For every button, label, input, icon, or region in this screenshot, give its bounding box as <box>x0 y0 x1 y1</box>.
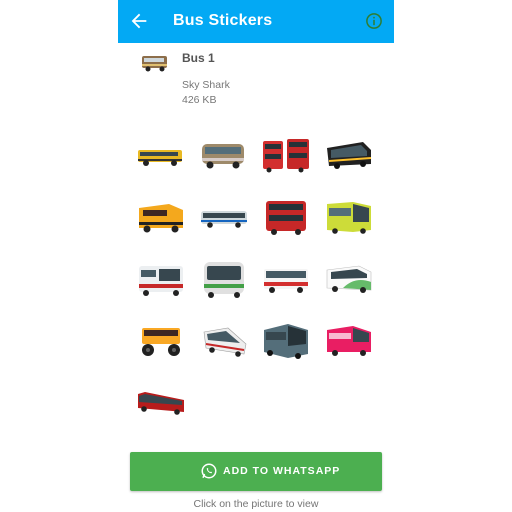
bus-icon <box>203 327 247 357</box>
bus-icon <box>327 326 371 356</box>
bus-icon <box>201 211 247 228</box>
bus-icon <box>264 269 308 293</box>
pack-name: Bus 1 <box>182 51 215 65</box>
info-button[interactable] <box>365 12 383 30</box>
sticker-white-green-bus-front[interactable] <box>198 258 250 302</box>
bus-icon <box>327 202 371 234</box>
back-button[interactable] <box>128 10 150 32</box>
bus-icon <box>266 201 306 235</box>
sticker-grid <box>118 128 394 428</box>
pack-size: 426 KB <box>182 94 217 106</box>
sticker-red-double-decker[interactable] <box>260 196 312 240</box>
page-title: Bus Stickers <box>173 12 273 29</box>
sticker-black-coach-bus[interactable] <box>323 134 375 178</box>
bus-icon <box>138 392 184 415</box>
bus-icon <box>204 262 244 298</box>
sticker-pink-red-coach[interactable] <box>323 320 375 364</box>
hint-text: Click on the picture to view <box>193 498 319 510</box>
bus-icon <box>140 51 170 75</box>
sticker-pack-screen: Bus Stickers Bus 1 Sky Shark 426 KB ADD … <box>118 0 394 512</box>
bus-icon <box>264 324 308 359</box>
sticker-white-red-city-bus[interactable] <box>260 258 312 302</box>
bus-icon <box>327 142 372 169</box>
app-bar: Bus Stickers <box>118 0 394 43</box>
bus-icon <box>138 150 182 166</box>
bus-icon <box>202 144 244 169</box>
info-circle-icon <box>366 13 382 29</box>
bus-icon <box>139 266 183 296</box>
pack-header: Bus 1 Sky Shark 426 KB <box>118 43 394 113</box>
arrow-left-icon <box>131 13 147 29</box>
sticker-yellow-city-bus-front[interactable] <box>323 196 375 240</box>
bus-icon <box>142 328 180 356</box>
sticker-silver-coach-bus[interactable] <box>198 196 250 240</box>
sticker-orange-school-bus-front[interactable] <box>135 196 187 240</box>
sticker-grey-coach-bus-front[interactable] <box>260 320 312 364</box>
bus-icon <box>263 139 309 173</box>
sticker-red-long-coach[interactable] <box>135 382 187 426</box>
bus-icon <box>139 204 183 233</box>
sticker-vintage-bus[interactable] <box>198 134 250 178</box>
whatsapp-icon <box>201 463 217 479</box>
sticker-crashed-white-bus[interactable] <box>198 320 250 364</box>
bus-icon <box>326 265 372 293</box>
sticker-red-double-decker-pair[interactable] <box>260 134 312 178</box>
sticker-white-green-coach[interactable] <box>323 258 375 302</box>
add-button-label: ADD TO WHATSAPP <box>223 465 341 477</box>
add-to-whatsapp-button[interactable]: ADD TO WHATSAPP <box>130 452 382 491</box>
pack-publisher: Sky Shark <box>182 79 230 91</box>
sticker-yellow-school-bus-side[interactable] <box>135 134 187 178</box>
sticker-monster-school-bus[interactable] <box>135 320 187 364</box>
sticker-white-red-bus-front[interactable] <box>135 258 187 302</box>
